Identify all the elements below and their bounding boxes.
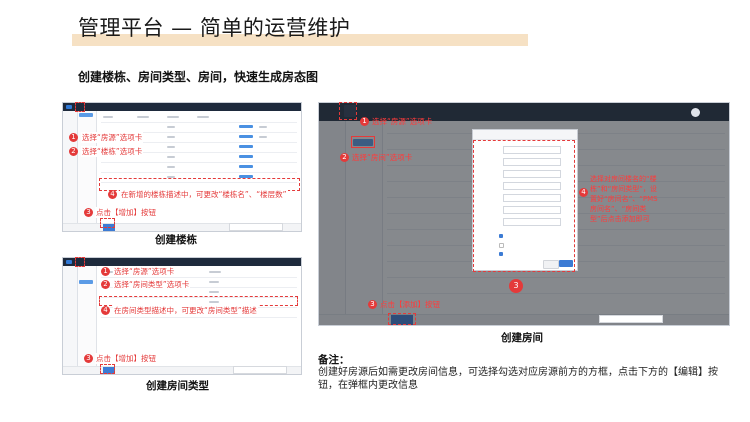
input-method-toolbar bbox=[599, 315, 663, 323]
step-2-marker: 2 bbox=[340, 153, 349, 162]
app-left-nav bbox=[63, 266, 78, 374]
note-title: 备注： bbox=[318, 354, 350, 366]
step-1-marker: 1 bbox=[101, 267, 110, 276]
step-2-label: 选择“房间类型”选项卡 bbox=[113, 279, 191, 290]
tab-room-type[interactable] bbox=[79, 280, 93, 284]
input-method-toolbar bbox=[233, 366, 287, 374]
note-body: 创建好房源后如需更改房间信息，可选择勾选对应房源前方的方框，点击下方的【编辑】按… bbox=[318, 367, 718, 391]
step-2-label: 选择“房间”选项卡 bbox=[352, 153, 413, 162]
room-caption: 创建房间 bbox=[501, 332, 543, 344]
step-4-marker: 4 bbox=[108, 190, 117, 199]
sidebar-item-fangyuan[interactable] bbox=[66, 105, 72, 109]
building-caption: 创建楼栋 bbox=[155, 234, 197, 246]
app-left-nav bbox=[63, 111, 78, 231]
step-4-marker: 4 bbox=[101, 306, 110, 315]
step-2-marker: 2 bbox=[69, 147, 78, 156]
sidebar-item-fangyuan[interactable] bbox=[66, 260, 72, 264]
step-2-label: 选择“楼栋”选项卡 bbox=[81, 146, 144, 157]
step-1-marker: 1 bbox=[69, 133, 78, 142]
input-method-toolbar bbox=[229, 223, 283, 231]
room-type-caption: 创建房间类型 bbox=[146, 380, 209, 392]
step-3-marker: 3 bbox=[368, 300, 377, 309]
tab-building[interactable] bbox=[79, 113, 93, 117]
step-3-label: 点击【增加】按钮 bbox=[95, 353, 157, 364]
app-topbar bbox=[63, 103, 301, 111]
app-topbar bbox=[63, 258, 301, 266]
step-4-label: 在新增的楼栋描述中，可更改“楼栋名”、“楼层数” bbox=[120, 189, 288, 200]
step-1-label: 选择“房源”选项卡 bbox=[113, 266, 176, 277]
step-4-label: 在房间类型描述中，可更改“房间类型”描述 bbox=[113, 305, 258, 316]
user-avatar[interactable] bbox=[691, 108, 700, 117]
step-2-marker: 2 bbox=[101, 280, 110, 289]
confirm-step-marker: 3 bbox=[509, 279, 523, 293]
step-4-marker: 4 bbox=[579, 188, 588, 197]
step-1-marker: 1 bbox=[360, 117, 369, 126]
step-3-label: 点击【增加】按钮 bbox=[95, 207, 157, 218]
step-3-label: 点击【添加】按钮 bbox=[380, 300, 440, 309]
page-title: 管理平台 — 简单的运营维护 bbox=[78, 16, 351, 40]
dialog-header bbox=[473, 130, 577, 140]
step-3-marker: 3 bbox=[84, 208, 93, 217]
step-1-label: 选择“房源”选项卡 bbox=[81, 132, 144, 143]
step-4-label: 选择对房间楼名的“楼栋”和“房间类型”，设置好“房间名”、“PMS房间名”、“房… bbox=[590, 175, 658, 223]
step-3-marker: 3 bbox=[84, 354, 93, 363]
page-subtitle: 创建楼栋、房间类型、房间，快速生成房态图 bbox=[78, 70, 319, 84]
step-1-label: 选择“房源”选项卡 bbox=[372, 117, 433, 126]
